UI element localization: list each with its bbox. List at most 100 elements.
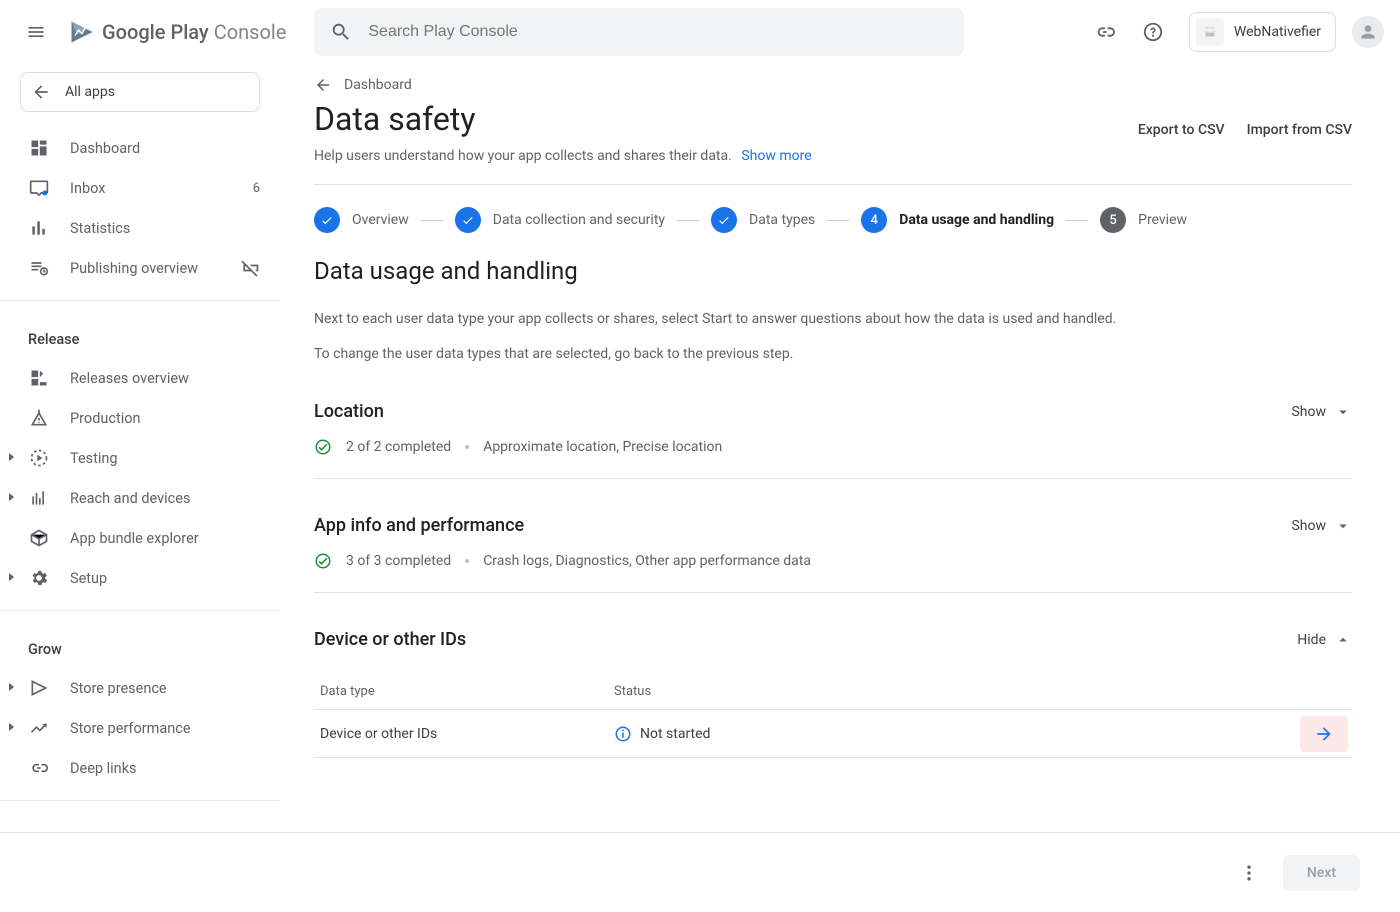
section-title: Location (314, 401, 384, 422)
section-device-ids: Device or other IDs Hide Data type Statu… (314, 629, 1352, 762)
dashboard-icon (28, 138, 50, 158)
sidebar-item-label: Releases overview (70, 370, 189, 387)
sidebar-item-publishing-overview[interactable]: Publishing overview (0, 248, 280, 288)
search-icon (330, 21, 352, 43)
sidebar-item-label: Production (70, 410, 141, 427)
play-logo-icon (68, 18, 96, 46)
releases-overview-icon (28, 368, 50, 388)
sidebar-item-label: Store presence (70, 680, 167, 697)
reach-devices-icon (28, 488, 50, 508)
caret-right-icon (6, 492, 16, 502)
sidebar-item-label: Publishing overview (70, 260, 198, 277)
start-button[interactable] (1300, 716, 1348, 752)
table-header-status: Status (614, 684, 1296, 699)
all-apps-label: All apps (65, 84, 115, 100)
sidebar-item-label: Setup (70, 570, 107, 587)
more-vert-icon (1239, 863, 1259, 883)
step-data-types[interactable]: Data types (711, 207, 815, 233)
search-box[interactable] (314, 8, 964, 56)
sidebar-item-label: Statistics (70, 220, 130, 237)
step-preview[interactable]: 5 Preview (1100, 207, 1187, 233)
more-options-button[interactable] (1231, 855, 1267, 891)
import-csv-button[interactable]: Import from CSV (1247, 122, 1352, 138)
caret-right-icon (6, 682, 16, 692)
link-icon (1094, 21, 1116, 43)
check-icon (314, 207, 340, 233)
step-overview[interactable]: Overview (314, 207, 409, 233)
chevron-down-icon (1334, 517, 1352, 535)
logo-text-primary: Google Play (102, 20, 209, 44)
user-chip-label: WebNativefier (1234, 24, 1321, 40)
sidebar-item-label: Reach and devices (70, 490, 190, 507)
account-avatar[interactable] (1352, 16, 1384, 48)
store-performance-icon (28, 718, 50, 738)
step-data-usage[interactable]: 4 Data usage and handling (861, 207, 1054, 233)
app-header: Google Play Console WebNativefier (0, 0, 1400, 64)
back-to-dashboard[interactable]: Dashboard (314, 76, 1352, 94)
sidebar-item-inbox[interactable]: Inbox 6 (0, 168, 280, 208)
user-chip[interactable]: WebNativefier (1189, 12, 1336, 52)
arrow-right-icon (1314, 724, 1334, 744)
sidebar-item-reach-devices[interactable]: Reach and devices (0, 478, 280, 518)
sidebar-item-label: Dashboard (70, 140, 140, 157)
menu-button[interactable] (16, 12, 56, 52)
back-label: Dashboard (344, 77, 412, 93)
check-icon (455, 207, 481, 233)
page-title: Data safety (314, 100, 475, 138)
caret-right-icon (6, 452, 16, 462)
publishing-icon (28, 258, 50, 278)
app-bundle-icon (28, 528, 50, 548)
sidebar-item-app-bundle-explorer[interactable]: App bundle explorer (0, 518, 280, 558)
section-title: Device or other IDs (314, 629, 466, 650)
show-more-link[interactable]: Show more (741, 148, 811, 164)
sidebar-item-store-presence[interactable]: Store presence (0, 668, 280, 708)
caret-right-icon (6, 722, 16, 732)
export-csv-button[interactable]: Export to CSV (1138, 122, 1225, 138)
section-heading: Data usage and handling (314, 257, 1352, 285)
inbox-badge: 6 (253, 181, 260, 196)
show-toggle[interactable]: Show (1291, 517, 1352, 535)
main-content: Dashboard Data safety Export to CSV Impo… (280, 64, 1400, 832)
person-icon (1358, 22, 1378, 42)
publishing-off-icon (240, 258, 260, 278)
section-app-info: App info and performance Show 3 of 3 com… (314, 515, 1352, 593)
link-button[interactable] (1085, 12, 1125, 52)
help-button[interactable] (1133, 12, 1173, 52)
items-detail: Crash logs, Diagnostics, Other app perfo… (483, 553, 811, 569)
arrow-left-icon (31, 82, 51, 102)
play-console-logo[interactable]: Google Play Console (68, 18, 286, 46)
search-input[interactable] (368, 23, 948, 41)
all-apps-button[interactable]: All apps (20, 72, 260, 112)
sidebar-item-deep-links[interactable]: Deep links (0, 748, 280, 788)
sidebar-item-testing[interactable]: Testing (0, 438, 280, 478)
sidebar-item-production[interactable]: Production (0, 398, 280, 438)
table-row: Device or other IDs Not started (314, 710, 1352, 758)
sidebar-item-label: Testing (70, 450, 118, 467)
store-presence-icon (28, 678, 50, 698)
gear-icon (28, 568, 50, 588)
row-status: Not started (640, 726, 710, 742)
help-icon (1142, 21, 1164, 43)
completed-count: 3 of 3 completed (346, 553, 451, 569)
sidebar-item-setup[interactable]: Setup (0, 558, 280, 598)
inbox-icon (28, 178, 50, 198)
step-number: 4 (861, 207, 887, 233)
production-icon (28, 408, 50, 428)
sidebar-item-label: Deep links (70, 760, 137, 777)
intro-paragraph-2: To change the user data types that are s… (314, 344, 1352, 365)
sidebar-item-statistics[interactable]: Statistics (0, 208, 280, 248)
page-subtitle: Help users understand how your app colle… (314, 148, 1352, 164)
caret-right-icon (6, 572, 16, 582)
logo-text-secondary: Console (214, 20, 287, 44)
sidebar-item-label: Inbox (70, 180, 105, 197)
hide-toggle[interactable]: Hide (1297, 631, 1352, 649)
check-circle-icon (314, 552, 332, 570)
testing-icon (28, 448, 50, 468)
show-toggle[interactable]: Show (1291, 403, 1352, 421)
sidebar-item-releases-overview[interactable]: Releases overview (0, 358, 280, 398)
next-button[interactable]: Next (1283, 855, 1360, 891)
sidebar-item-dashboard[interactable]: Dashboard (0, 128, 280, 168)
info-icon (614, 725, 632, 743)
step-data-collection[interactable]: Data collection and security (455, 207, 665, 233)
sidebar-item-store-performance[interactable]: Store performance (0, 708, 280, 748)
